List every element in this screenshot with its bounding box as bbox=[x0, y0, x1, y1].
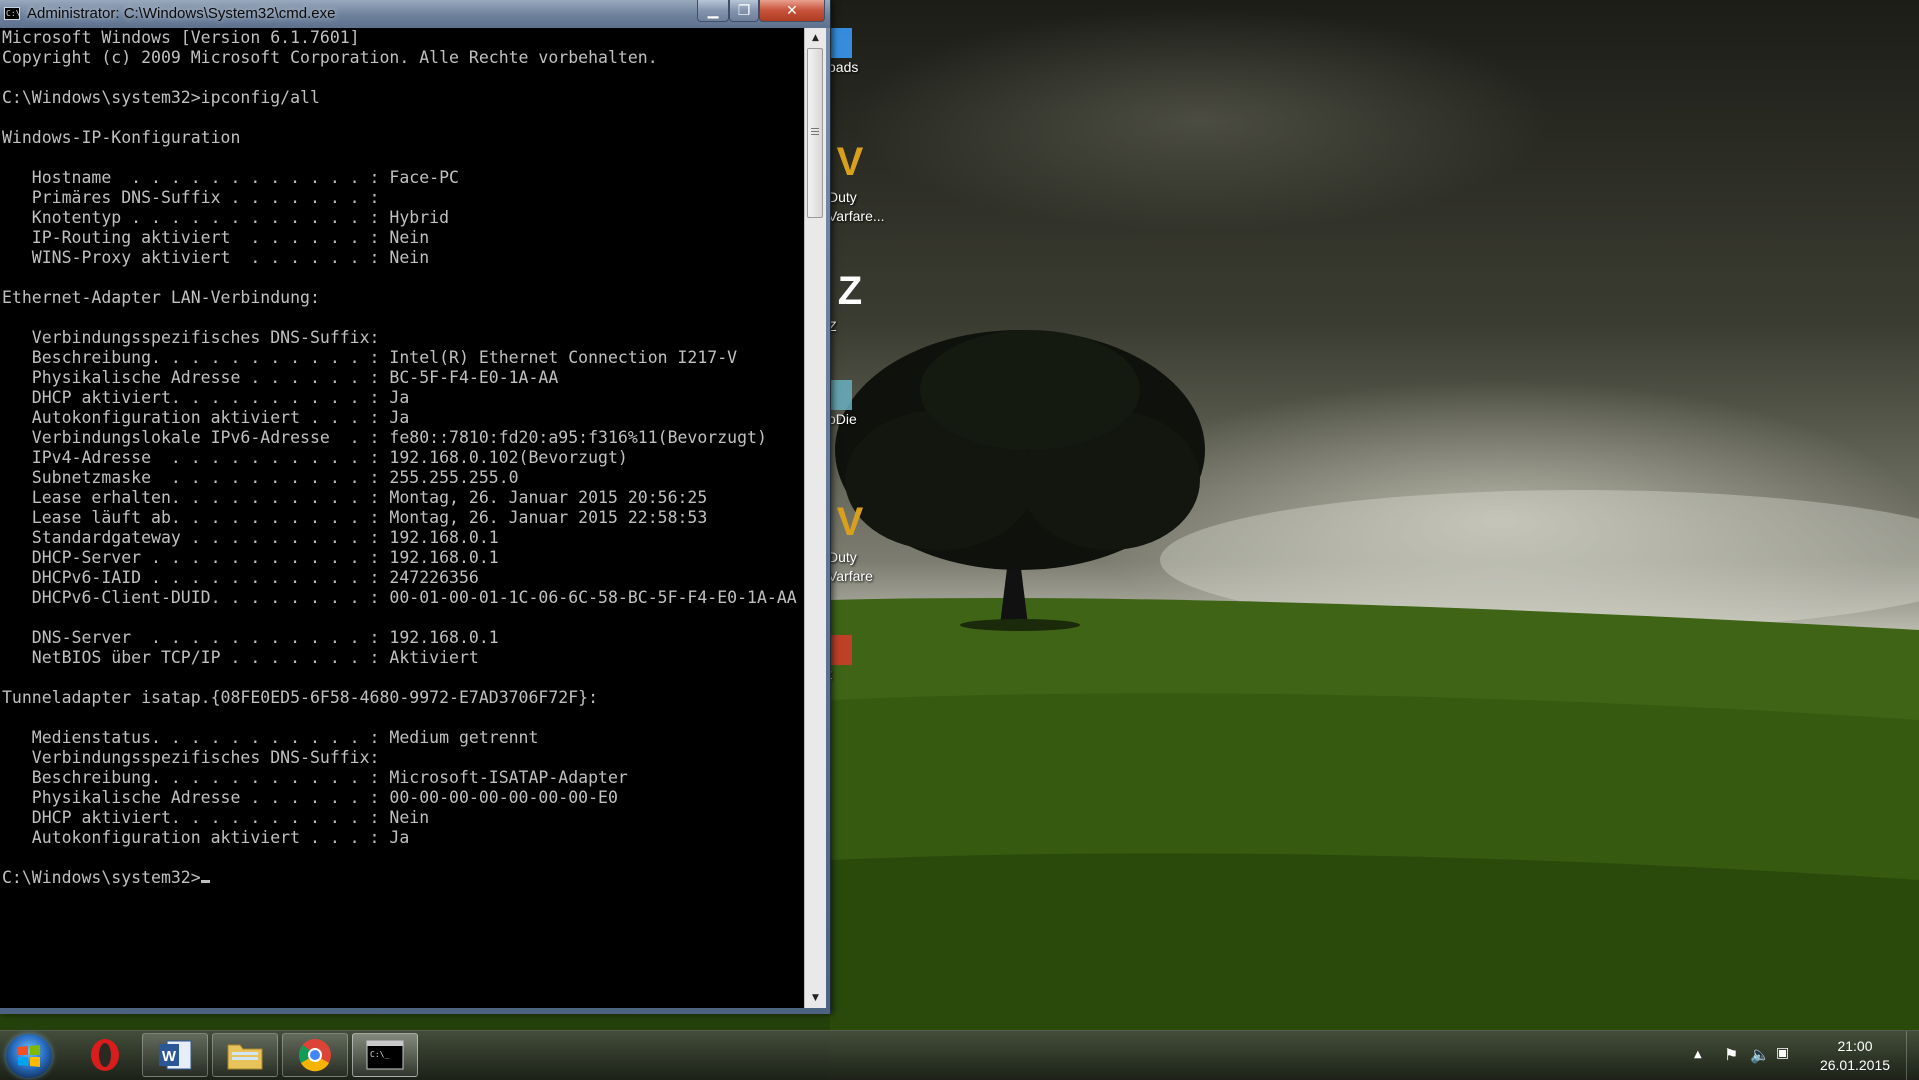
console-line: NetBIOS über TCP/IP . . . . . . . : Akti… bbox=[2, 648, 479, 667]
cmd-icon: C:\_ bbox=[366, 1040, 404, 1070]
taskbar: W C:\_ ▲ ⚑ 🔈 ▣ 21:00 26.01.2015 bbox=[0, 1030, 1919, 1080]
vertical-scrollbar[interactable]: ▲ ▼ bbox=[804, 28, 826, 1008]
console-line: Autokonfiguration aktiviert . . . : Ja bbox=[2, 828, 410, 847]
start-button[interactable] bbox=[6, 1034, 52, 1078]
minimize-icon: ▁ bbox=[707, 2, 719, 19]
console-line: Ethernet-Adapter LAN-Verbindung: bbox=[2, 288, 320, 307]
grip-icon bbox=[811, 128, 819, 135]
show-hidden-icons-chevron-icon[interactable]: ▲ bbox=[1694, 1049, 1702, 1060]
console-line: WINS-Proxy aktiviert . . . . . . : Nein bbox=[2, 248, 430, 267]
console-line: Beschreibung. . . . . . . . . . . : Micr… bbox=[2, 768, 628, 787]
taskbar-word[interactable]: W bbox=[142, 1033, 208, 1077]
window-title: Administrator: C:\Windows\System32\cmd.e… bbox=[27, 5, 336, 22]
winrar-z-icon: Z bbox=[837, 268, 863, 313]
call-of-duty-1-icon: V bbox=[836, 139, 864, 184]
clock-time: 21:00 bbox=[1837, 1038, 1873, 1054]
action-center-flag-icon[interactable]: ⚑ bbox=[1724, 1045, 1738, 1064]
taskbar-chrome[interactable] bbox=[282, 1033, 348, 1077]
console-line: DNS-Server . . . . . . . . . . . : 192.1… bbox=[2, 628, 499, 647]
close-button[interactable]: ✕ bbox=[759, 0, 825, 22]
folder-icon bbox=[227, 1044, 263, 1070]
minimize-button[interactable]: ▁ bbox=[697, 0, 729, 22]
console-line: Subnetzmaske . . . . . . . . . . : 255.2… bbox=[2, 468, 519, 487]
desktop-icon-label: Duty bbox=[828, 189, 857, 205]
console-line: DHCP-Server . . . . . . . . . . . : 192.… bbox=[2, 548, 499, 567]
console-line: Autokonfiguration aktiviert . . . : Ja bbox=[2, 408, 410, 427]
console-line: Verbindungsspezifisches DNS-Suffix: bbox=[2, 328, 380, 347]
cmd-icon[interactable]: C:\ bbox=[4, 7, 20, 20]
desktop-icon-label: oads bbox=[828, 59, 859, 75]
console-line: DHCP aktiviert. . . . . . . . . . : Nein bbox=[2, 808, 430, 827]
console-line: Verbindungslokale IPv6-Adresse . : fe80:… bbox=[2, 428, 767, 447]
chrome-icon bbox=[299, 1039, 331, 1072]
text-cursor bbox=[200, 880, 210, 883]
clock-date: 26.01.2015 bbox=[1819, 1057, 1891, 1073]
svg-text:W: W bbox=[162, 1048, 177, 1065]
console-line: IPv4-Adresse . . . . . . . . . . : 192.1… bbox=[2, 448, 628, 467]
console-output[interactable]: Microsoft Windows [Version 6.1.7601] Cop… bbox=[0, 28, 804, 1008]
console-line: Tunneladapter isatap.{08FE0ED5-6F58-4680… bbox=[2, 688, 599, 707]
network-icon[interactable]: ▣ bbox=[1776, 1045, 1789, 1061]
desktop-icon-label: oDie bbox=[828, 411, 857, 427]
desktop-icon-call-of-duty-1[interactable]: V Duty Varfare... bbox=[828, 136, 898, 226]
desktop-icon-label: Varfare bbox=[828, 568, 873, 584]
console-line: Hostname . . . . . . . . . . . . : Face-… bbox=[2, 168, 459, 187]
title-bar[interactable]: C:\ Administrator: C:\Windows\System32\c… bbox=[0, 0, 830, 28]
close-icon: ✕ bbox=[786, 2, 798, 19]
console-line: IP-Routing aktiviert . . . . . . : Nein bbox=[2, 228, 430, 247]
windows-logo-icon bbox=[18, 1045, 40, 1067]
console-line: C:\Windows\system32>ipconfig/all bbox=[2, 88, 320, 107]
console-line: Medienstatus. . . . . . . . . . . : Medi… bbox=[2, 728, 539, 747]
maximize-button[interactable]: ❐ bbox=[729, 0, 759, 22]
clock[interactable]: 21:00 26.01.2015 bbox=[1810, 1037, 1900, 1075]
console-line: Microsoft Windows [Version 6.1.7601] bbox=[2, 28, 360, 47]
taskbar-cmd[interactable]: C:\_ bbox=[352, 1033, 418, 1077]
console-line: DHCP aktiviert. . . . . . . . . . : Ja bbox=[2, 388, 410, 407]
cmd-window[interactable]: C:\ Administrator: C:\Windows\System32\c… bbox=[0, 0, 831, 1014]
desktop-icon-call-of-duty-2[interactable]: V Duty Varfare bbox=[828, 496, 898, 586]
word-icon: W bbox=[159, 1040, 192, 1070]
console-text: Microsoft Windows [Version 6.1.7601] Cop… bbox=[0, 28, 804, 888]
desktop-icon-winrar-z[interactable]: ZZ bbox=[828, 265, 898, 336]
die-icon bbox=[828, 380, 852, 410]
console-line: Physikalische Adresse . . . . . . : 00-0… bbox=[2, 788, 618, 807]
console-line: Primäres DNS-Suffix . . . . . . . : bbox=[2, 188, 380, 207]
opera-icon bbox=[91, 1039, 119, 1071]
desktop-icon-label: Varfare... bbox=[828, 208, 885, 224]
console-prompt: C:\Windows\system32> bbox=[2, 868, 201, 887]
red-app-icon bbox=[828, 635, 852, 665]
console-line: Verbindungsspezifisches DNS-Suffix: bbox=[2, 748, 380, 767]
console-line: Standardgateway . . . . . . . . . : 192.… bbox=[2, 528, 499, 547]
desktop-icon-red-app[interactable]: t bbox=[828, 635, 898, 684]
console-line: Knotentyp . . . . . . . . . . . . : Hybr… bbox=[2, 208, 450, 227]
console-line: Lease erhalten. . . . . . . . . . : Mont… bbox=[2, 488, 708, 507]
console-line: Lease läuft ab. . . . . . . . . . : Mont… bbox=[2, 508, 708, 527]
desktop-icon-label: t bbox=[828, 665, 898, 684]
scroll-thumb[interactable] bbox=[807, 48, 823, 218]
console-line: DHCPv6-IAID . . . . . . . . . . . : 2472… bbox=[2, 568, 479, 587]
call-of-duty-2-icon: V bbox=[836, 499, 864, 544]
downloads-icon bbox=[828, 28, 852, 58]
desktop-icon-label: Duty bbox=[828, 549, 857, 565]
console-line: Windows-IP-Konfiguration bbox=[2, 128, 241, 147]
console-line: DHCPv6-Client-DUID. . . . . . . . : 00-0… bbox=[2, 588, 797, 607]
taskbar-opera[interactable] bbox=[72, 1033, 138, 1077]
console-line: Physikalische Adresse . . . . . . : BC-5… bbox=[2, 368, 559, 387]
volume-icon[interactable]: 🔈 bbox=[1750, 1045, 1770, 1064]
show-desktop-button[interactable] bbox=[1906, 1031, 1919, 1080]
console-line: Beschreibung. . . . . . . . . . . : Inte… bbox=[2, 348, 738, 367]
desktop-icon-label: Z bbox=[828, 318, 837, 334]
scroll-up-arrow-icon[interactable]: ▲ bbox=[805, 28, 826, 48]
maximize-icon: ❐ bbox=[737, 2, 751, 19]
desktop-icon-downloads[interactable]: oads bbox=[828, 28, 898, 77]
desktop-icon-die[interactable]: oDie bbox=[828, 380, 898, 429]
svg-text:C:\_: C:\_ bbox=[370, 1050, 389, 1059]
scroll-down-arrow-icon[interactable]: ▼ bbox=[805, 988, 826, 1008]
taskbar-explorer[interactable] bbox=[212, 1033, 278, 1077]
console-line: Copyright (c) 2009 Microsoft Corporation… bbox=[2, 48, 658, 67]
